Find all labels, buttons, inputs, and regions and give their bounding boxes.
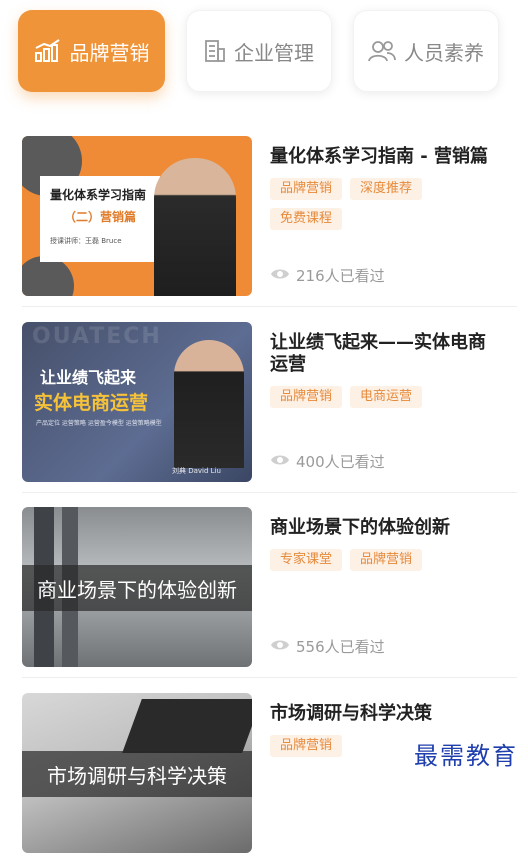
list-item[interactable]: 量化体系学习指南 （二）营销篇 授课讲师：王磊 Bruce 量化体系学习指南 -… bbox=[22, 136, 517, 307]
eye-icon bbox=[270, 453, 290, 471]
course-title[interactable]: 量化体系学习指南 - 营销篇 bbox=[270, 146, 503, 168]
view-count: 556人已看过 bbox=[270, 636, 385, 657]
presenter-name: 刘典 David Liu bbox=[172, 467, 221, 475]
tab-label: 人员素养 bbox=[404, 40, 484, 65]
category-tabs: 品牌营销 企业管理 人员素养 bbox=[18, 10, 510, 94]
tag: 免费课程 bbox=[270, 208, 343, 230]
tag-list: 品牌营销 深度推荐 免费课程 bbox=[270, 178, 490, 230]
tag: 品牌营销 bbox=[270, 178, 343, 200]
course-title[interactable]: 商业场景下的体验创新 bbox=[270, 517, 503, 539]
course-thumbnail[interactable]: 市场调研与科学决策 bbox=[22, 693, 252, 853]
tag: 深度推荐 bbox=[350, 178, 423, 200]
thumb-overlay-title: 商业场景下的体验创新 bbox=[22, 565, 252, 611]
tag: 专家课堂 bbox=[270, 549, 343, 571]
course-title[interactable]: 让业绩飞起来——实体电商运营 bbox=[270, 332, 503, 376]
thumb-subtitle: （二）营销篇 bbox=[64, 210, 137, 224]
view-count: 400人已看过 bbox=[270, 451, 385, 472]
course-thumbnail[interactable]: 量化体系学习指南 （二）营销篇 授课讲师：王磊 Bruce bbox=[22, 136, 252, 296]
tag: 品牌营销 bbox=[270, 386, 343, 408]
tab-label: 品牌营销 bbox=[69, 40, 150, 65]
tag: 品牌营销 bbox=[350, 549, 423, 571]
course-title[interactable]: 市场调研与科学决策 bbox=[270, 703, 503, 725]
list-item[interactable]: OUATECH 让业绩飞起来 实体电商运营 产品定位 运营策略 运营盈今模型 运… bbox=[22, 322, 517, 493]
thumb-watermark: OUATECH bbox=[32, 324, 162, 349]
course-thumbnail[interactable]: 商业场景下的体验创新 bbox=[22, 507, 252, 667]
eye-icon bbox=[270, 267, 290, 285]
presenter-photo bbox=[174, 340, 244, 468]
view-count: 216人已看过 bbox=[270, 265, 385, 286]
tag-list: 专家课堂 品牌营销 bbox=[270, 549, 490, 571]
view-count-text: 216人已看过 bbox=[296, 267, 385, 285]
eye-icon bbox=[270, 638, 290, 656]
thumb-keywords: 产品定位 运营策略 运营盈今模型 运营策略模型 bbox=[36, 420, 162, 427]
thumb-overlay-title: 市场调研与科学决策 bbox=[22, 751, 252, 797]
tab-personnel-quality[interactable]: 人员素养 bbox=[353, 10, 499, 92]
brand-watermark: 最需教育 bbox=[414, 742, 518, 770]
tab-enterprise-management[interactable]: 企业管理 bbox=[186, 10, 332, 92]
view-count-text: 400人已看过 bbox=[296, 453, 385, 471]
tab-brand-marketing[interactable]: 品牌营销 bbox=[18, 10, 165, 92]
tag: 品牌营销 bbox=[270, 735, 343, 757]
tab-label: 企业管理 bbox=[234, 40, 314, 65]
thumb-title: 量化体系学习指南 bbox=[50, 188, 147, 202]
thumb-title: 让业绩飞起来 bbox=[40, 368, 137, 387]
view-count-text: 556人已看过 bbox=[296, 638, 385, 656]
building-icon bbox=[204, 39, 226, 63]
bar-chart-icon bbox=[34, 39, 62, 63]
course-thumbnail[interactable]: OUATECH 让业绩飞起来 实体电商运营 产品定位 运营策略 运营盈今模型 运… bbox=[22, 322, 252, 482]
tag: 电商运营 bbox=[350, 386, 423, 408]
thumb-subtitle: 实体电商运营 bbox=[34, 392, 149, 414]
list-item[interactable]: 市场调研与科学决策 市场调研与科学决策 品牌营销 bbox=[22, 693, 517, 863]
people-icon bbox=[368, 39, 396, 63]
tag-list: 品牌营销 电商运营 bbox=[270, 386, 490, 408]
list-item[interactable]: 商业场景下的体验创新 商业场景下的体验创新 专家课堂 品牌营销 556人已看过 bbox=[22, 507, 517, 678]
thumb-lecturer: 授课讲师：王磊 Bruce bbox=[50, 237, 122, 245]
presenter-photo bbox=[154, 158, 236, 296]
